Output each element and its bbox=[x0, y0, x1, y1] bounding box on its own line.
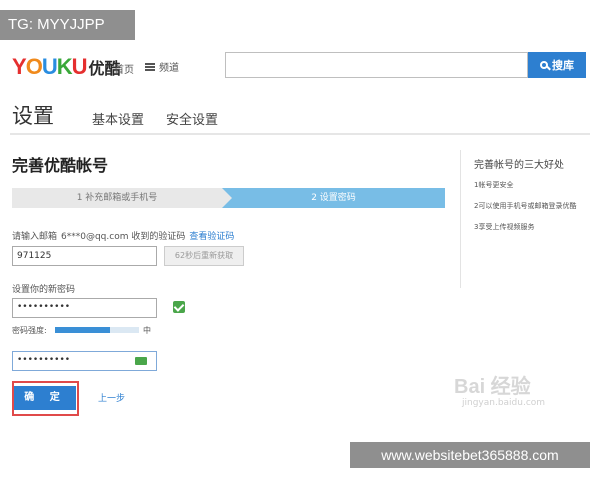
check-icon bbox=[173, 301, 185, 313]
baidu-url-watermark: jingyan.baidu.com bbox=[462, 398, 546, 408]
email-prompt-label: 请输入邮箱 bbox=[12, 232, 58, 242]
search-input[interactable] bbox=[225, 52, 528, 78]
nav-home-link[interactable]: 首页 bbox=[114, 61, 134, 76]
verification-code-input[interactable]: 971125 bbox=[12, 246, 157, 266]
nav-channels-label: 频道 bbox=[159, 63, 179, 74]
tab-security-settings[interactable]: 安全设置 bbox=[166, 109, 218, 128]
overlay-tag: TG: MYYJJPP bbox=[0, 10, 135, 40]
email-masked: 6***0@qq.com 收到的验证码 bbox=[61, 232, 186, 242]
confirm-button[interactable]: 确 定 bbox=[14, 386, 76, 410]
sidebar-item-2: 2可以使用手机号或邮箱登录优酷 bbox=[474, 202, 577, 210]
logo-wordmark: YOUKU bbox=[12, 54, 88, 80]
strength-label: 密码强度: bbox=[12, 326, 47, 335]
search-icon bbox=[540, 61, 548, 69]
email-code-prompt: 请输入邮箱 6***0@qq.com 收到的验证码 查看验证码 bbox=[12, 229, 234, 242]
sidebar-divider bbox=[460, 150, 461, 288]
check-code-link[interactable]: 查看验证码 bbox=[189, 229, 234, 242]
strength-bar-fill bbox=[55, 327, 110, 333]
page-title: 设置 bbox=[12, 104, 54, 128]
resend-code-button[interactable]: 62秒后重新获取 bbox=[164, 246, 244, 266]
strength-level: 中 bbox=[143, 326, 151, 335]
sidebar-item-3: 3享受上传视频服务 bbox=[474, 223, 535, 231]
baidu-watermark: Bai 经验 bbox=[454, 376, 531, 398]
menu-icon bbox=[145, 62, 155, 71]
search-button[interactable]: 搜库 bbox=[528, 52, 586, 78]
step-arrow bbox=[222, 188, 232, 208]
logo-letter: K bbox=[56, 54, 73, 79]
logo-letter: O bbox=[25, 54, 43, 79]
step-1: 1 补充邮箱或手机号 bbox=[12, 188, 222, 208]
logo-letter: U bbox=[41, 54, 58, 79]
logo-letter: Y bbox=[12, 54, 27, 79]
keyboard-icon[interactable] bbox=[135, 357, 147, 365]
new-password-label: 设置你的新密码 bbox=[12, 285, 76, 295]
site-watermark: www.websitebet365888.com bbox=[350, 442, 590, 468]
section-title: 完善优酷帐号 bbox=[12, 156, 109, 175]
tab-basic-settings[interactable]: 基本设置 bbox=[92, 109, 144, 128]
nav-channels-link[interactable]: 频道 bbox=[145, 59, 179, 74]
logo-letter: U bbox=[71, 54, 88, 79]
step-2-active: 2 设置密码 bbox=[222, 188, 445, 208]
sidebar-title: 完善帐号的三大好处 bbox=[474, 160, 564, 171]
sidebar-item-1: 1帐号更安全 bbox=[474, 181, 514, 189]
new-password-input[interactable]: •••••••••• bbox=[12, 298, 157, 318]
youku-logo[interactable]: YOUKU 优酷 bbox=[12, 54, 121, 80]
header-divider bbox=[10, 133, 590, 135]
search-button-label: 搜库 bbox=[552, 59, 574, 72]
previous-step-link[interactable]: 上一步 bbox=[98, 391, 125, 404]
